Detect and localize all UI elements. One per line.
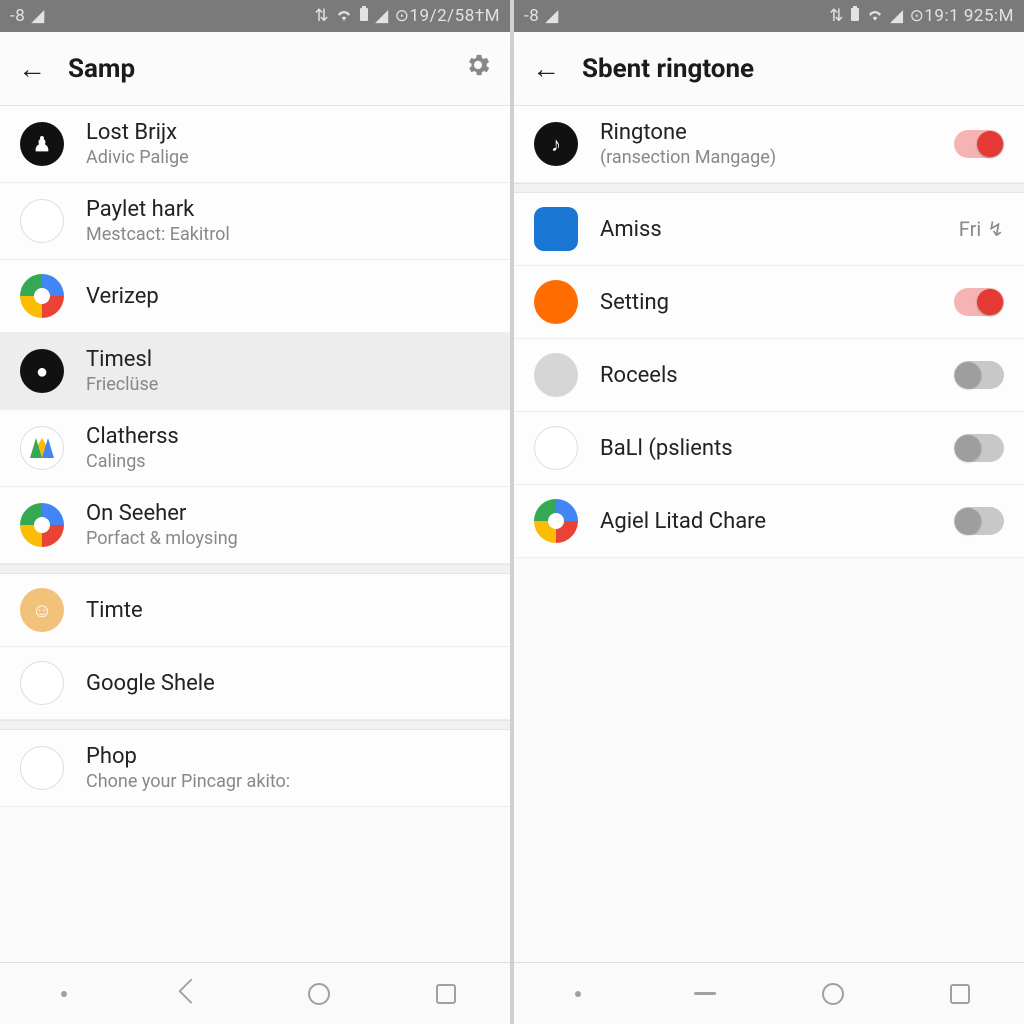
row-title: Agiel Litad Chare — [600, 509, 954, 534]
back-button[interactable]: ← — [18, 52, 46, 85]
item-bal[interactable]: BaLl (pslients — [514, 412, 1024, 485]
item-clatherss[interactable]: ClatherssCalings — [0, 410, 510, 487]
item-paylet-icon: ⚿ — [20, 199, 64, 243]
row-subtitle: Porfact & mloysing — [86, 528, 490, 549]
settings-list: ♟ Lost BrijxAdivic Palige ⚿ Paylet harkMest… — [0, 106, 510, 962]
left-screen: -8 ◢ ⇅ ◢ ⊙19/2/58†M ← Samp ♟ Lost BrijxAd… — [0, 0, 510, 1024]
item-bal-toggle[interactable] — [954, 434, 1004, 462]
item-clatherss-icon — [20, 426, 64, 470]
nav-menu-dot[interactable] — [51, 981, 77, 1007]
divider — [0, 564, 510, 574]
row-title: Setting — [600, 290, 954, 315]
status-bar: -8 ◢ ⇅ ◢ ⊙19:1 925:M — [514, 0, 1024, 32]
row-subtitle: (ransection Mangage) — [600, 147, 954, 168]
nav-home-button[interactable] — [820, 981, 846, 1007]
clock-text: ⊙19:1 925:M — [910, 6, 1014, 26]
item-timesl-icon: ● — [20, 349, 64, 393]
row-title: Clatherss — [86, 424, 490, 449]
nav-bar — [0, 962, 510, 1024]
clock-text: ⊙19/2/58†M — [395, 6, 500, 26]
item-verizep[interactable]: Verizep — [0, 260, 510, 333]
settings-button[interactable] — [464, 51, 492, 86]
row-title: On Seeher — [86, 501, 490, 526]
item-phop-icon: ▷ — [20, 746, 64, 790]
bt-icon: ⇅ — [829, 6, 844, 26]
item-roceels-icon — [534, 353, 578, 397]
nav-bar — [514, 962, 1024, 1024]
battery-icon — [359, 6, 369, 27]
row-subtitle: Calings — [86, 451, 490, 472]
item-onseeher-icon — [20, 503, 64, 547]
nav-back-button[interactable] — [692, 981, 718, 1007]
item-ringtone[interactable]: ♪ Ringtone (ransection Mangage) — [514, 106, 1024, 183]
nav-recents-button[interactable] — [433, 981, 459, 1007]
item-phop[interactable]: ▷ PhopChone your Pincagr akito: — [0, 730, 510, 807]
item-agiel-icon — [534, 499, 578, 543]
row-title: Timte — [86, 598, 490, 623]
row-title: Ringtone — [600, 120, 954, 145]
nav-home-button[interactable] — [306, 981, 332, 1007]
row-trailing: Fri↯ — [959, 217, 1004, 241]
row-title: Phop — [86, 744, 490, 769]
row-title: Amiss — [600, 217, 959, 242]
row-subtitle: Chone your Pincagr akito: — [86, 771, 490, 792]
row-title: Roceels — [600, 363, 954, 388]
signal-small-icon: ◢ — [545, 6, 559, 26]
nav-back-button[interactable] — [178, 981, 204, 1007]
row-title: Verizep — [86, 284, 490, 309]
divider — [0, 720, 510, 730]
item-lostbrijx-icon: ♟ — [20, 122, 64, 166]
item-onseeher[interactable]: On SeeherPorfact & mloysing — [0, 487, 510, 564]
wifi-icon — [866, 6, 884, 26]
item-amiss-icon — [534, 207, 578, 251]
item-agiel-toggle[interactable] — [954, 507, 1004, 535]
item-roceels[interactable]: Roceels — [514, 339, 1024, 412]
page-title: Samp — [68, 54, 135, 84]
item-setting[interactable]: Setting — [514, 266, 1024, 339]
item-setting-icon — [534, 280, 578, 324]
ringtone-list: ♪ Ringtone (ransection Mangage) AmissFri… — [514, 106, 1024, 962]
item-google[interactable]: C Google Shele — [0, 647, 510, 720]
bt-icon: ⇅ — [314, 6, 329, 26]
status-bar: -8 ◢ ⇅ ◢ ⊙19/2/58†M — [0, 0, 510, 32]
row-title: Lost Brijx — [86, 120, 490, 145]
item-roceels-toggle[interactable] — [954, 361, 1004, 389]
row-title: Google Shele — [86, 671, 490, 696]
divider — [514, 183, 1024, 193]
wifi-icon — [335, 6, 353, 26]
refresh-icon: ↯ — [987, 217, 1004, 241]
item-timesl[interactable]: ● TimeslFrieclüse — [0, 333, 510, 410]
item-timte[interactable]: ☺ Timte — [0, 574, 510, 647]
item-google-icon: C — [20, 661, 64, 705]
nav-menu-dot[interactable] — [565, 981, 591, 1007]
row-title: Timesl — [86, 347, 490, 372]
item-agiel[interactable]: Agiel Litad Chare — [514, 485, 1024, 558]
app-bar: ← Sbent ringtone — [514, 32, 1024, 106]
item-verizep-icon — [20, 274, 64, 318]
item-setting-toggle[interactable] — [954, 288, 1004, 316]
temp-indicator: -8 — [524, 6, 539, 26]
item-timte-icon: ☺ — [20, 588, 64, 632]
battery-icon — [850, 6, 860, 27]
temp-indicator: -8 — [10, 6, 25, 26]
row-subtitle: Frieclüse — [86, 374, 490, 395]
signal-small-icon: ◢ — [31, 6, 45, 26]
ringtone-toggle[interactable] — [954, 130, 1004, 158]
signal-icon: ◢ — [375, 6, 389, 26]
item-amiss[interactable]: AmissFri↯ — [514, 193, 1024, 266]
row-title: BaLl (pslients — [600, 436, 954, 461]
back-button[interactable]: ← — [532, 52, 560, 85]
page-title: Sbent ringtone — [582, 54, 754, 84]
signal-icon: ◢ — [890, 6, 904, 26]
row-subtitle: Mestcact: Eakitrol — [86, 224, 490, 245]
app-bar: ← Samp — [0, 32, 510, 106]
ringtone-icon: ♪ — [534, 122, 578, 166]
item-bal-icon — [534, 426, 578, 470]
row-title: Paylet hark — [86, 197, 490, 222]
right-screen: -8 ◢ ⇅ ◢ ⊙19:1 925:M ← Sbent ringtone ♪ … — [514, 0, 1024, 1024]
item-paylet[interactable]: ⚿ Paylet harkMestcact: Eakitrol — [0, 183, 510, 260]
row-subtitle: Adivic Palige — [86, 147, 490, 168]
item-lostbrijx[interactable]: ♟ Lost BrijxAdivic Palige — [0, 106, 510, 183]
nav-recents-button[interactable] — [947, 981, 973, 1007]
